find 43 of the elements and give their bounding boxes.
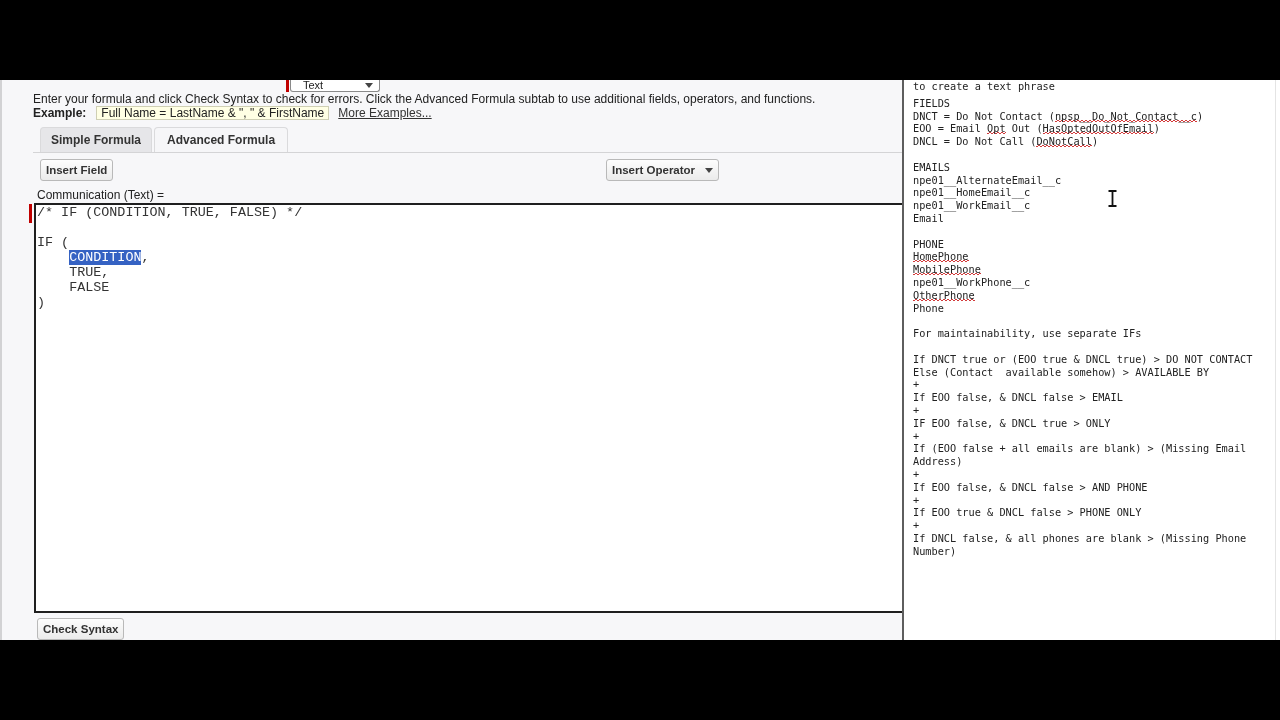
insert-field-button[interactable]: Insert Field xyxy=(40,159,114,181)
note-line: npe01__AlternateEmail__c xyxy=(913,173,1062,187)
note-line: + xyxy=(913,378,920,392)
note-line: DNCL = Do Not Call (DoNotCall) xyxy=(913,135,1099,148)
type-select[interactable]: Text xyxy=(290,80,380,92)
insert-operator-button[interactable]: Insert Operator xyxy=(606,159,720,181)
formula-label: Communication (Text) = xyxy=(37,189,165,202)
note-line: npe01__WorkEmail__c xyxy=(913,199,1031,212)
formula-editor[interactable]: /* IF (CONDITION, TRUE, FALSE) */ IF ( CONDITION, TRUE, FALSE ) xyxy=(34,203,902,613)
note-line: DNCT = Do Not Contact (npsp__Do_Not_Contact__c) xyxy=(913,109,1204,123)
formula-tab[interactable]: Simple Formula xyxy=(40,127,153,152)
more-examples-link[interactable]: More Examples... xyxy=(338,106,432,120)
note-line: FIELDS xyxy=(913,96,951,110)
note-line: to create a text phrase xyxy=(913,80,1055,93)
note-line: + xyxy=(913,429,920,443)
note-line: npe01__HomeEmail__c xyxy=(913,186,1031,200)
note-line: npe01__WorkPhone__c xyxy=(913,275,1031,289)
note-line: IF EOO false, & DNCL true > ONLY xyxy=(913,416,1111,430)
note-line: If EOO true & DNCL false > PHONE ONLY xyxy=(913,506,1142,520)
note-line: PHONE xyxy=(913,237,944,251)
text-cursor-icon xyxy=(1108,190,1117,207)
check-syntax-button[interactable]: Check Syntax xyxy=(37,618,125,640)
note-line: If DNCL false, & all phones are blank > (Missing Phone Number) xyxy=(913,531,1248,558)
formula-tab[interactable]: Advanced Formula xyxy=(154,127,289,152)
note-line: EOO = Email Opt Out (HasOptedOutOfEmail) xyxy=(913,122,1160,136)
note-line: EMAILS xyxy=(913,160,951,174)
instructions-text: Enter your formula and click Check Syntax to check for errors. Click the Advanced Formula subtab to use additional fields, operators, and functions. xyxy=(33,93,816,106)
note-line: + xyxy=(913,403,920,417)
note-line: If EOO false, & DNCL false > EMAIL xyxy=(913,391,1123,404)
note-line: For maintainability, use separate IFs xyxy=(913,327,1142,340)
note-line: If EOO false, & DNCL false > AND PHONE xyxy=(913,480,1148,494)
note-line: + xyxy=(913,467,920,481)
example-formula: Full Name = LastName & ", " & FirstName xyxy=(96,106,330,120)
note-line: If (EOO false + all emails are blank) > (Missing Email Address) xyxy=(913,442,1248,468)
note-line: Email xyxy=(913,211,944,225)
caret-icon xyxy=(365,83,373,88)
example-label: Example: xyxy=(33,106,87,120)
note-line: + xyxy=(913,519,920,532)
note-line: Phone xyxy=(913,301,944,315)
caret-icon xyxy=(705,167,714,173)
note-line: Else (Contact available somehow) > AVAILABLE BY xyxy=(913,365,1210,379)
note-line: + xyxy=(913,493,920,507)
note-line: If DNCT true or (EOO true & DNCL true) > DO NOT CONTACT xyxy=(913,352,1253,366)
